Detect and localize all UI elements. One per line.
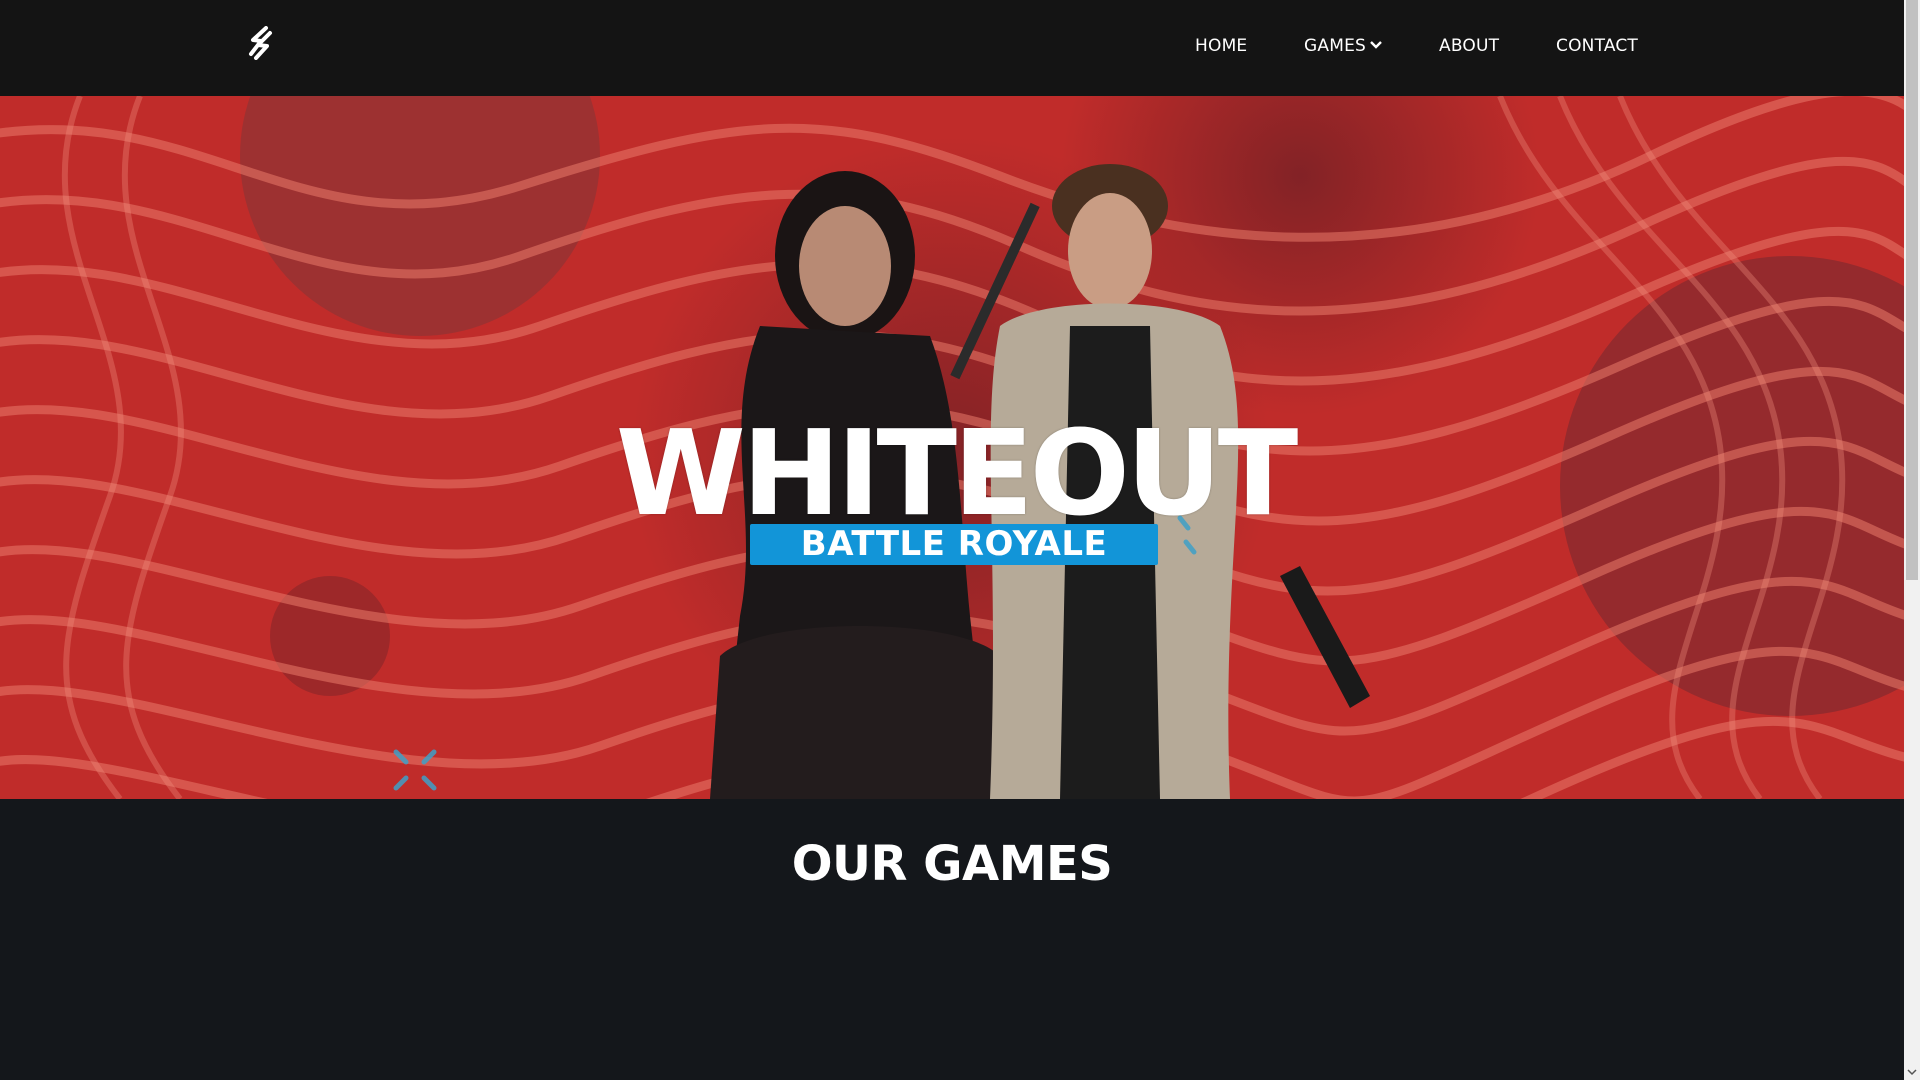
hero-title: WHITEOUT	[615, 404, 1299, 542]
top-navbar: HOME GAMES ABOUT CONTACT	[0, 0, 1904, 96]
our-games-heading: OUR GAMES	[791, 836, 1113, 892]
hero-subtitle-badge: BATTLE ROYALE	[750, 524, 1158, 565]
hero-subtitle: BATTLE ROYALE	[800, 524, 1108, 564]
scrollbar-thumb[interactable]	[1906, 0, 1918, 580]
chevron-down-icon	[1370, 41, 1382, 49]
scroll-down-arrow-icon[interactable]	[1907, 1067, 1917, 1077]
page-scrollbar[interactable]	[1904, 0, 1920, 1080]
nav-home-link[interactable]: HOME	[1195, 36, 1247, 56]
nav-games-dropdown[interactable]: GAMES	[1304, 36, 1382, 56]
nav-about-link[interactable]: ABOUT	[1439, 36, 1499, 56]
nav-contact-link[interactable]: CONTACT	[1556, 36, 1638, 56]
nav-games-label: GAMES	[1304, 36, 1367, 56]
nav-links: HOME GAMES ABOUT CONTACT	[0, 0, 1904, 96]
hero-banner[interactable]: WHITEOUT BATTLE ROYALE	[0, 96, 1904, 799]
